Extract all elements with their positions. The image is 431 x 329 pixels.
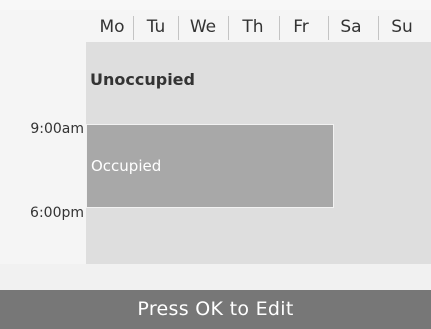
day-mo[interactable]: Mo	[94, 12, 130, 42]
edit-prompt-label: Press OK to Edit	[137, 298, 294, 320]
day-sa[interactable]: Sa	[333, 12, 369, 42]
top-strip	[0, 0, 431, 10]
day-fr[interactable]: Fr	[284, 12, 318, 42]
day-we[interactable]: We	[183, 12, 223, 42]
time-start-label: 9:00am	[30, 121, 84, 137]
day-separator	[279, 16, 280, 40]
day-separator	[178, 16, 179, 40]
unoccupied-label: Unoccupied	[90, 70, 195, 89]
occupied-label: Occupied	[91, 157, 162, 175]
day-su[interactable]: Su	[383, 12, 421, 42]
time-end-label: 6:00pm	[30, 205, 84, 221]
day-separator	[328, 16, 329, 40]
day-tu[interactable]: Tu	[138, 12, 174, 42]
day-separator	[378, 16, 379, 40]
edit-prompt-bar[interactable]: Press OK to Edit	[0, 290, 431, 329]
day-separator	[228, 16, 229, 40]
bottom-strip	[0, 264, 431, 290]
day-th[interactable]: Th	[233, 12, 273, 42]
day-header: Mo Tu We Th Fr Sa Su	[88, 12, 431, 42]
day-separator	[133, 16, 134, 40]
occupied-block[interactable]: Occupied	[86, 124, 334, 208]
